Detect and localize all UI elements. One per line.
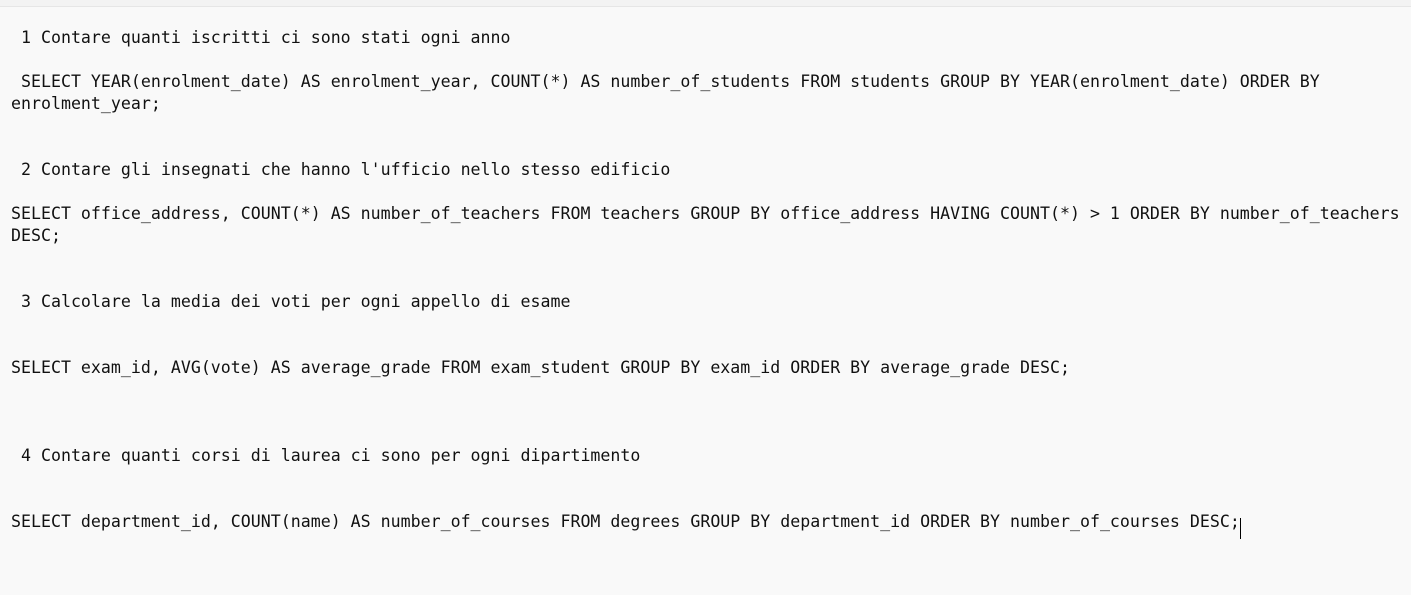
query-1-heading: 1 Contare quanti iscritti ci sono stati … xyxy=(11,28,511,47)
query-4-heading: 4 Contare quanti corsi di laurea ci sono… xyxy=(11,446,641,465)
query-2-sql-line-1: SELECT office_address, COUNT(*) AS numbe… xyxy=(11,204,1400,223)
query-2-heading: 2 Contare gli insegnati che hanno l'uffi… xyxy=(11,160,671,179)
query-1-sql-line-2: enrolment_year; xyxy=(11,94,161,113)
query-2-sql-line-2: DESC; xyxy=(11,226,61,245)
query-3-sql-line-1: SELECT exam_id, AVG(vote) AS average_gra… xyxy=(11,358,1070,377)
query-3-heading: 3 Calcolare la media dei voti per ogni a… xyxy=(11,292,571,311)
text-caret xyxy=(1240,518,1241,539)
query-4-sql-line-1: SELECT department_id, COUNT(name) AS num… xyxy=(11,512,1240,531)
text-editor[interactable]: 1 Contare quanti iscritti ci sono stati … xyxy=(0,7,1411,595)
window-top-strip xyxy=(0,0,1411,7)
query-1-sql-line-1: SELECT YEAR(enrolment_date) AS enrolment… xyxy=(11,72,1320,91)
